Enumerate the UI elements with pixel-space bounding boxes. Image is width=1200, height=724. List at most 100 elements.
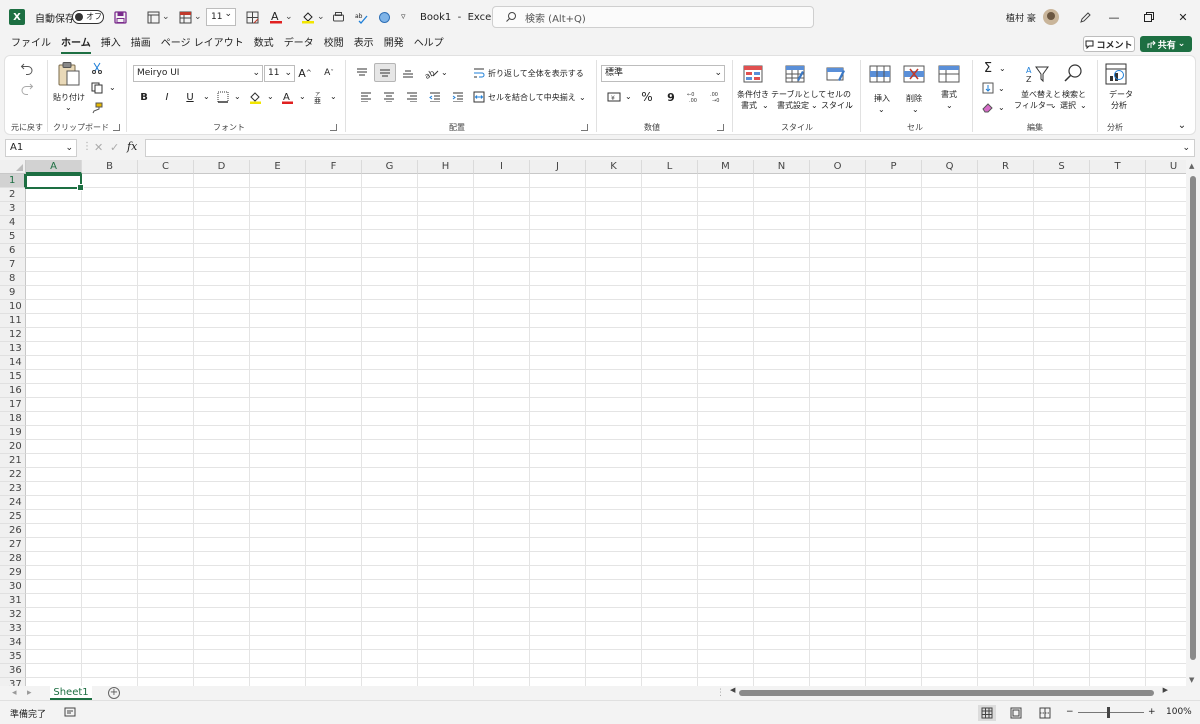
- chevron-down-icon[interactable]: ⌄: [878, 104, 885, 115]
- row-header[interactable]: 9: [0, 286, 26, 300]
- format-as-table-icon[interactable]: [784, 63, 806, 85]
- column-header[interactable]: A: [26, 160, 82, 174]
- close-button[interactable]: ✕: [1166, 0, 1200, 34]
- row-header[interactable]: 27: [0, 538, 26, 552]
- scroll-right-icon[interactable]: ▶: [1163, 686, 1168, 694]
- column-header[interactable]: I: [474, 160, 530, 174]
- chevron-down-icon[interactable]: ⌄: [299, 91, 306, 102]
- spreadsheet-grid[interactable]: ABCDEFGHIJKLMNOPQRSTU 1 2 3 4 5 6 7 8 9 10 11 12 13 1…: [0, 160, 1200, 686]
- analyze-data-label-2[interactable]: 分析: [1111, 100, 1127, 111]
- chevron-down-icon[interactable]: ⌄: [625, 91, 632, 102]
- font-color-button[interactable]: A: [280, 89, 294, 105]
- column-header[interactable]: F: [306, 160, 362, 174]
- row-header[interactable]: 31: [0, 594, 26, 608]
- row-header[interactable]: 1: [0, 174, 26, 188]
- tab-6[interactable]: データ: [279, 34, 319, 54]
- row-header[interactable]: 21: [0, 454, 26, 468]
- chevron-down-icon[interactable]: ⌄: [999, 63, 1006, 74]
- column-header[interactable]: C: [138, 160, 194, 174]
- redo-button[interactable]: [19, 80, 35, 96]
- chevron-down-icon[interactable]: ⌄: [162, 12, 170, 22]
- format-painter-button[interactable]: [89, 100, 105, 116]
- chevron-down-icon[interactable]: ⌄: [267, 91, 274, 102]
- copy-button[interactable]: [89, 80, 105, 96]
- column-header[interactable]: H: [418, 160, 474, 174]
- scroll-up-icon[interactable]: ▲: [1189, 162, 1194, 170]
- font-size-select[interactable]: 11 ⌄: [264, 65, 295, 82]
- fill-color-icon[interactable]: [300, 9, 316, 25]
- sort-filter-label[interactable]: 並べ替えと: [1021, 89, 1061, 100]
- italic-button[interactable]: I: [160, 89, 174, 105]
- format-as-table-label-2[interactable]: 書式設定: [777, 100, 809, 111]
- tab-1[interactable]: ホーム: [56, 34, 96, 54]
- row-header[interactable]: 36: [0, 664, 26, 678]
- row-header[interactable]: 4: [0, 216, 26, 230]
- chevron-down-icon[interactable]: ⌄: [998, 102, 1005, 113]
- avatar[interactable]: [1043, 9, 1059, 25]
- normal-view-button[interactable]: [978, 705, 996, 721]
- decrease-indent-button[interactable]: [428, 89, 442, 105]
- column-header[interactable]: M: [698, 160, 754, 174]
- row-header[interactable]: 16: [0, 384, 26, 398]
- sheet-tab[interactable]: Sheet1: [50, 686, 92, 700]
- paste-button[interactable]: [55, 60, 83, 88]
- chevron-down-icon[interactable]: ⌄: [441, 67, 448, 78]
- orientation-button[interactable]: ab: [423, 64, 441, 82]
- chevron-down-icon[interactable]: ⌄: [1182, 140, 1190, 156]
- row-header[interactable]: 28: [0, 552, 26, 566]
- cancel-entry-icon[interactable]: ✕: [94, 141, 103, 154]
- chevron-down-icon[interactable]: ⌄: [317, 12, 325, 22]
- comma-style-button[interactable]: 9: [663, 88, 679, 106]
- align-top-button[interactable]: [353, 64, 371, 82]
- row-header[interactable]: 10: [0, 300, 26, 314]
- page-layout-view-button[interactable]: [1007, 705, 1025, 721]
- chevron-down-icon[interactable]: ⌄: [946, 100, 953, 111]
- circle-shape-icon[interactable]: [376, 9, 392, 25]
- restore-button[interactable]: [1132, 0, 1166, 34]
- tab-3[interactable]: 描画: [126, 34, 156, 54]
- column-header[interactable]: T: [1090, 160, 1146, 174]
- row-header[interactable]: 8: [0, 272, 26, 286]
- cut-button[interactable]: [89, 60, 105, 76]
- number-launcher-icon[interactable]: [717, 124, 724, 131]
- align-center-button[interactable]: [382, 89, 396, 105]
- sort-filter-icon[interactable]: AZ: [1024, 63, 1050, 85]
- delete-cells-button[interactable]: 削除: [906, 93, 922, 104]
- merge-center-icon[interactable]: [472, 90, 486, 104]
- font-color-icon[interactable]: A: [268, 9, 284, 25]
- font-name-select[interactable]: Meiryo UI ⌄: [133, 65, 263, 82]
- row-header[interactable]: 5: [0, 230, 26, 244]
- zoom-out-button[interactable]: −: [1066, 707, 1074, 717]
- zoom-slider-thumb[interactable]: [1107, 707, 1110, 718]
- spelling-check-icon[interactable]: ab: [353, 9, 369, 25]
- row-header[interactable]: 29: [0, 566, 26, 580]
- format-as-table-label[interactable]: テーブルとして: [771, 89, 826, 100]
- align-bottom-button[interactable]: [399, 64, 417, 82]
- vertical-scroll-thumb[interactable]: [1190, 176, 1196, 660]
- cell-styles-icon[interactable]: [825, 63, 847, 85]
- insert-cells-icon[interactable]: [868, 63, 892, 85]
- vertical-scrollbar[interactable]: ▲ ▼: [1186, 160, 1200, 686]
- formula-input[interactable]: ⌄: [145, 139, 1195, 157]
- clear-button[interactable]: [981, 100, 995, 114]
- tab-4[interactable]: ページ レイアウト: [156, 34, 249, 54]
- chevron-down-icon[interactable]: ⌄: [203, 91, 210, 102]
- save-icon[interactable]: [112, 9, 128, 25]
- chevron-down-icon[interactable]: ⌄: [1080, 100, 1087, 111]
- tab-9[interactable]: 開発: [379, 34, 409, 54]
- chevron-down-icon[interactable]: ⌄: [762, 100, 769, 111]
- column-header[interactable]: S: [1034, 160, 1090, 174]
- minimize-button[interactable]: —: [1097, 0, 1131, 34]
- row-header[interactable]: 34: [0, 636, 26, 650]
- row-header[interactable]: 19: [0, 426, 26, 440]
- chevron-down-icon[interactable]: ⌄: [811, 100, 818, 111]
- percent-button[interactable]: %: [639, 88, 655, 106]
- scroll-left-icon[interactable]: ◀: [730, 686, 735, 694]
- clipboard-launcher-icon[interactable]: [113, 124, 120, 131]
- share-button[interactable]: 共有 ⌄: [1140, 36, 1192, 52]
- align-right-button[interactable]: [405, 89, 419, 105]
- increase-indent-button[interactable]: [451, 89, 465, 105]
- column-header[interactable]: Q: [922, 160, 978, 174]
- column-header[interactable]: P: [866, 160, 922, 174]
- row-header[interactable]: 20: [0, 440, 26, 454]
